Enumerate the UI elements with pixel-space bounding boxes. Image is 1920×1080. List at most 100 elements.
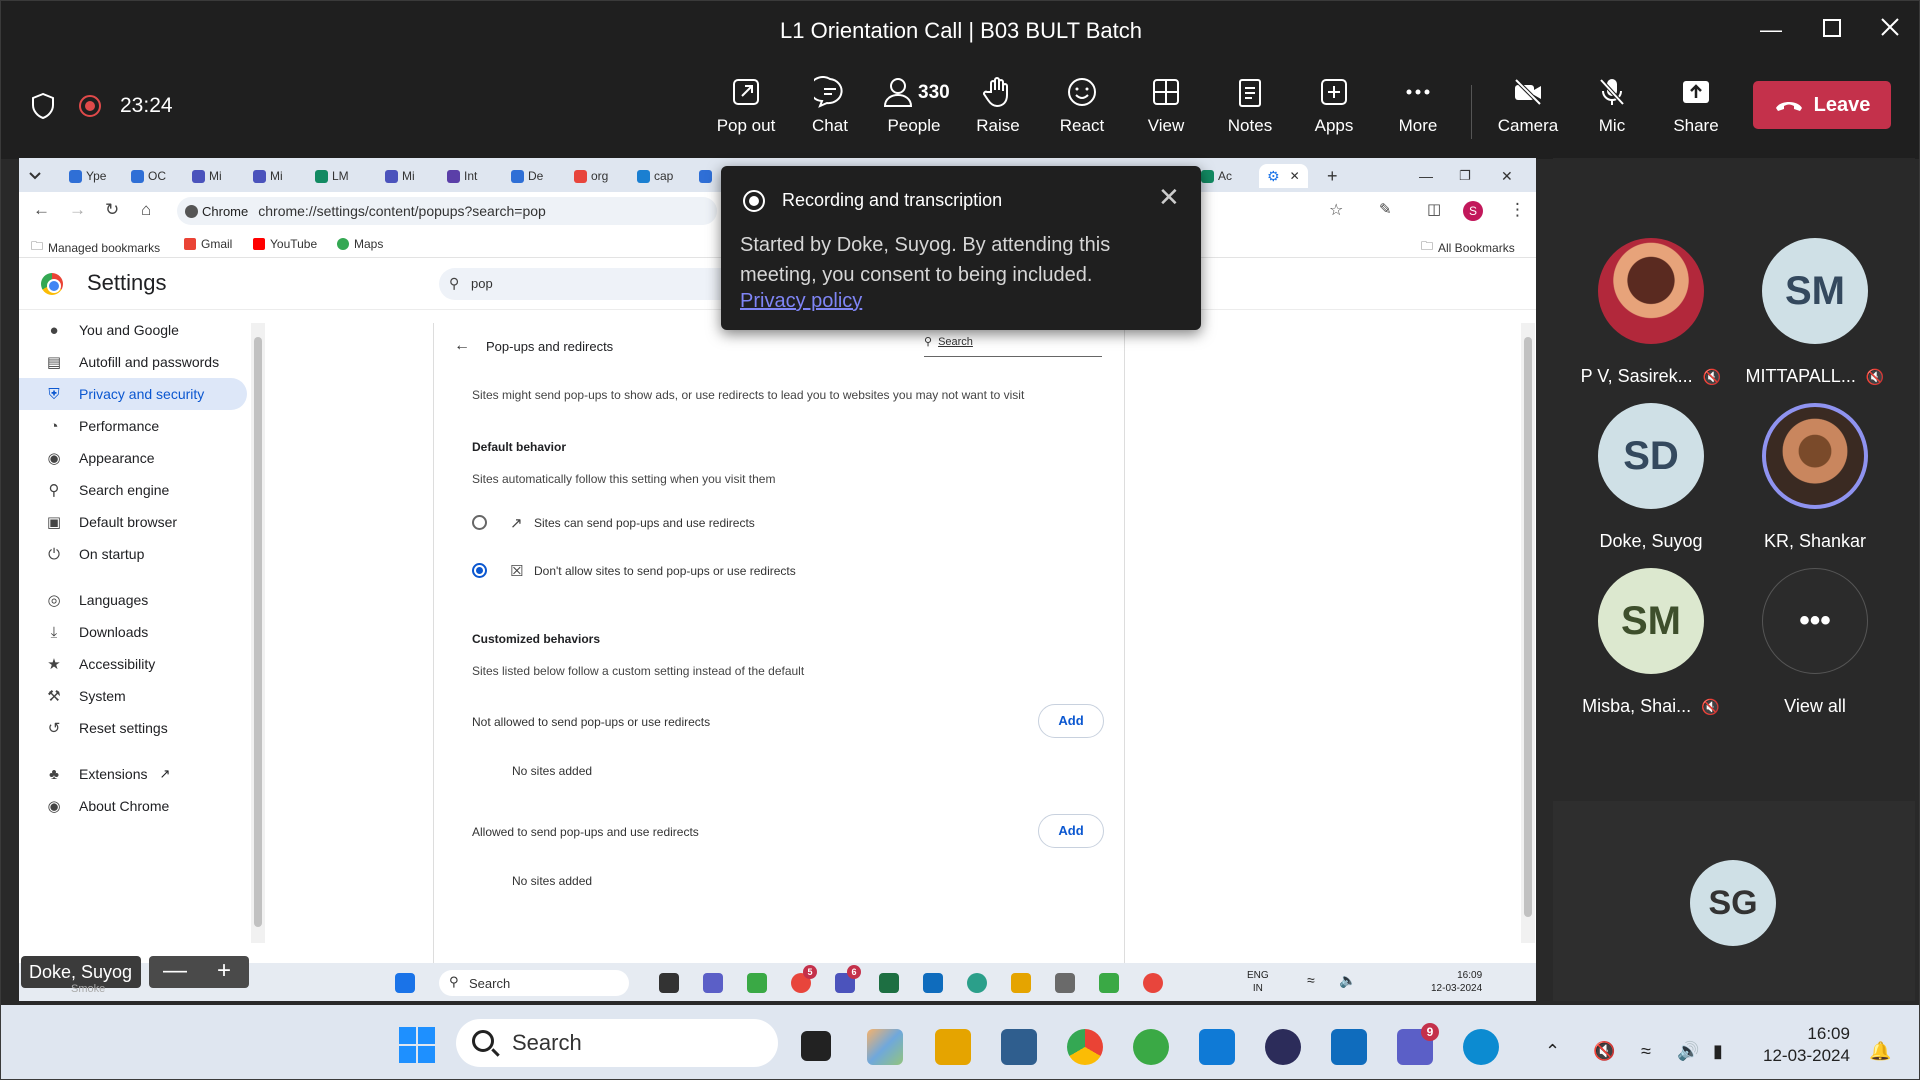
extensions-icon[interactable]: ✎: [1379, 200, 1392, 218]
new-tab-button[interactable]: +: [1327, 164, 1338, 188]
close-notification-button[interactable]: ✕: [1158, 182, 1180, 213]
close-tab-icon[interactable]: ✕: [1290, 169, 1300, 183]
browser-tab[interactable]: Ype: [69, 164, 106, 188]
task-view-icon[interactable]: [801, 1031, 831, 1061]
chat-button[interactable]: Chat: [788, 76, 872, 146]
bookmark-managed[interactable]: 🗀 Managed bookmarks: [31, 237, 160, 258]
nav-about-chrome[interactable]: ◉ About Chrome: [19, 790, 247, 822]
active-settings-tab[interactable]: ⚙ ✕: [1259, 164, 1308, 188]
add-allowed-button[interactable]: Add: [1038, 814, 1104, 848]
chrome-icon[interactable]: [1067, 1029, 1103, 1065]
forward-icon[interactable]: →: [69, 200, 86, 220]
nav-appearance[interactable]: ◉ Appearance: [19, 442, 247, 474]
browser-tab[interactable]: Mi: [385, 164, 415, 188]
browser-close-button[interactable]: ✕: [1501, 164, 1513, 188]
star-icon[interactable]: ☆: [1329, 200, 1343, 220]
bookmark-maps[interactable]: Maps: [337, 237, 383, 251]
omnibox[interactable]: Chrome chrome://settings/content/popups?…: [177, 197, 717, 225]
browser-tab[interactable]: OC: [131, 164, 166, 188]
close-window-button[interactable]: [1875, 15, 1905, 45]
camera-button[interactable]: Camera: [1486, 76, 1570, 146]
app-icon[interactable]: [967, 973, 987, 993]
app-icon[interactable]: [747, 973, 767, 993]
minimize-button[interactable]: —: [1756, 15, 1786, 45]
radio-allow-popups[interactable]: [472, 515, 487, 530]
notes-button[interactable]: Notes: [1208, 76, 1292, 146]
react-button[interactable]: React: [1040, 76, 1124, 146]
meet-icon[interactable]: [703, 973, 723, 993]
folder-icon[interactable]: [1011, 973, 1031, 993]
nav-languages[interactable]: ◎ Languages: [19, 584, 247, 616]
side-panel-icon[interactable]: ◫: [1427, 200, 1441, 218]
inner-clock[interactable]: 16:09 12-03-2024: [1431, 969, 1482, 995]
profile-avatar[interactable]: S: [1463, 201, 1483, 221]
popout-button[interactable]: Pop out: [704, 76, 788, 146]
more-button[interactable]: More: [1376, 76, 1460, 146]
browser-tab[interactable]: De: [511, 164, 543, 188]
participant-tile[interactable]: SM MITTAPALL... 🔇: [1735, 238, 1895, 398]
radio-block-popups[interactable]: [472, 563, 487, 578]
app-icon[interactable]: [1001, 1029, 1037, 1065]
browser-tab[interactable]: Int: [447, 164, 477, 188]
nav-search-engine[interactable]: ⚲ Search engine: [19, 474, 247, 506]
edge-icon[interactable]: [1463, 1029, 1499, 1065]
back-icon[interactable]: ←: [33, 200, 50, 220]
task-view-icon[interactable]: [659, 973, 679, 993]
wifi-icon[interactable]: ≈: [1641, 1041, 1651, 1062]
notification-bell-icon[interactable]: 🔔: [1869, 1041, 1891, 1062]
nav-extensions[interactable]: ♣ Extensions ↗: [19, 758, 247, 790]
nav-default-browser[interactable]: ▣ Default browser: [19, 506, 247, 538]
view-button[interactable]: View: [1124, 76, 1208, 146]
mic-button[interactable]: Mic: [1570, 76, 1654, 146]
app-icon[interactable]: [1099, 973, 1119, 993]
settings-gear-icon[interactable]: [1055, 973, 1075, 993]
battery-icon[interactable]: ▮: [1713, 1041, 1723, 1062]
nav-accessibility[interactable]: ★ Accessibility: [19, 648, 247, 680]
vscode-icon[interactable]: [1199, 1029, 1235, 1065]
nav-reset-settings[interactable]: ↺ Reset settings: [19, 712, 247, 744]
maximize-button[interactable]: [1817, 15, 1847, 45]
nav-privacy-security[interactable]: ⛨ Privacy and security: [19, 378, 247, 410]
home-icon[interactable]: ⌂: [141, 200, 151, 220]
privacy-policy-link[interactable]: Privacy policy: [740, 290, 862, 313]
sidebar-scrollbar[interactable]: [251, 323, 265, 943]
people-button[interactable]: 330 People: [872, 76, 956, 146]
participant-tile[interactable]: SD Doke, Suyog: [1571, 403, 1731, 563]
nav-autofill[interactable]: ▤ Autofill and passwords: [19, 346, 247, 378]
browser-tab[interactable]: [699, 164, 712, 188]
browser-tab[interactable]: LM: [315, 164, 349, 188]
language-indicator[interactable]: ENG IN: [1247, 969, 1269, 995]
browser-tab[interactable]: org: [574, 164, 608, 188]
taskbar-search[interactable]: Search: [456, 1019, 778, 1067]
browser-tab[interactable]: cap: [637, 164, 673, 188]
bookmark-gmail[interactable]: Gmail: [184, 237, 232, 251]
widgets-icon[interactable]: [867, 1029, 903, 1065]
share-button[interactable]: Share: [1654, 76, 1738, 146]
reload-icon[interactable]: ↻: [105, 200, 119, 220]
eclipse-icon[interactable]: [1265, 1029, 1301, 1065]
minimize-icon[interactable]: —: [163, 956, 187, 986]
system-clock[interactable]: 16:09 12-03-2024: [1763, 1023, 1850, 1067]
participant-tile[interactable]: P V, Sasirek... 🔇: [1571, 238, 1731, 398]
browser-restore-button[interactable]: ❐: [1459, 164, 1471, 188]
participant-tile[interactable]: SM Misba, Shai... 🔇: [1571, 568, 1731, 728]
volume-icon[interactable]: 🔊: [1677, 1041, 1699, 1062]
chevron-up-icon[interactable]: ⌃: [1545, 1041, 1560, 1062]
windows-start-icon[interactable]: [395, 973, 415, 993]
windows-start-icon[interactable]: [399, 1027, 435, 1063]
bookmark-youtube[interactable]: YouTube: [253, 237, 317, 251]
nav-on-startup[interactable]: ⏻ On startup: [19, 538, 247, 570]
back-arrow-icon[interactable]: ←: [454, 337, 470, 355]
app-icon[interactable]: [1133, 1029, 1169, 1065]
chrome-icon[interactable]: [1143, 973, 1163, 993]
apps-button[interactable]: Apps: [1292, 76, 1376, 146]
nav-performance[interactable]: ◔ Performance: [19, 410, 247, 442]
wifi-icon[interactable]: ≈: [1307, 972, 1315, 988]
view-all-participants[interactable]: ••• View all: [1735, 568, 1895, 728]
expand-icon[interactable]: +: [217, 957, 231, 984]
browser-minimize-button[interactable]: —: [1419, 164, 1433, 188]
kebab-menu-icon[interactable]: ⋮: [1509, 200, 1526, 220]
main-scrollbar[interactable]: [1521, 323, 1535, 943]
tab-search-button[interactable]: [29, 164, 41, 188]
participant-tile[interactable]: KR, Shankar: [1735, 403, 1895, 563]
